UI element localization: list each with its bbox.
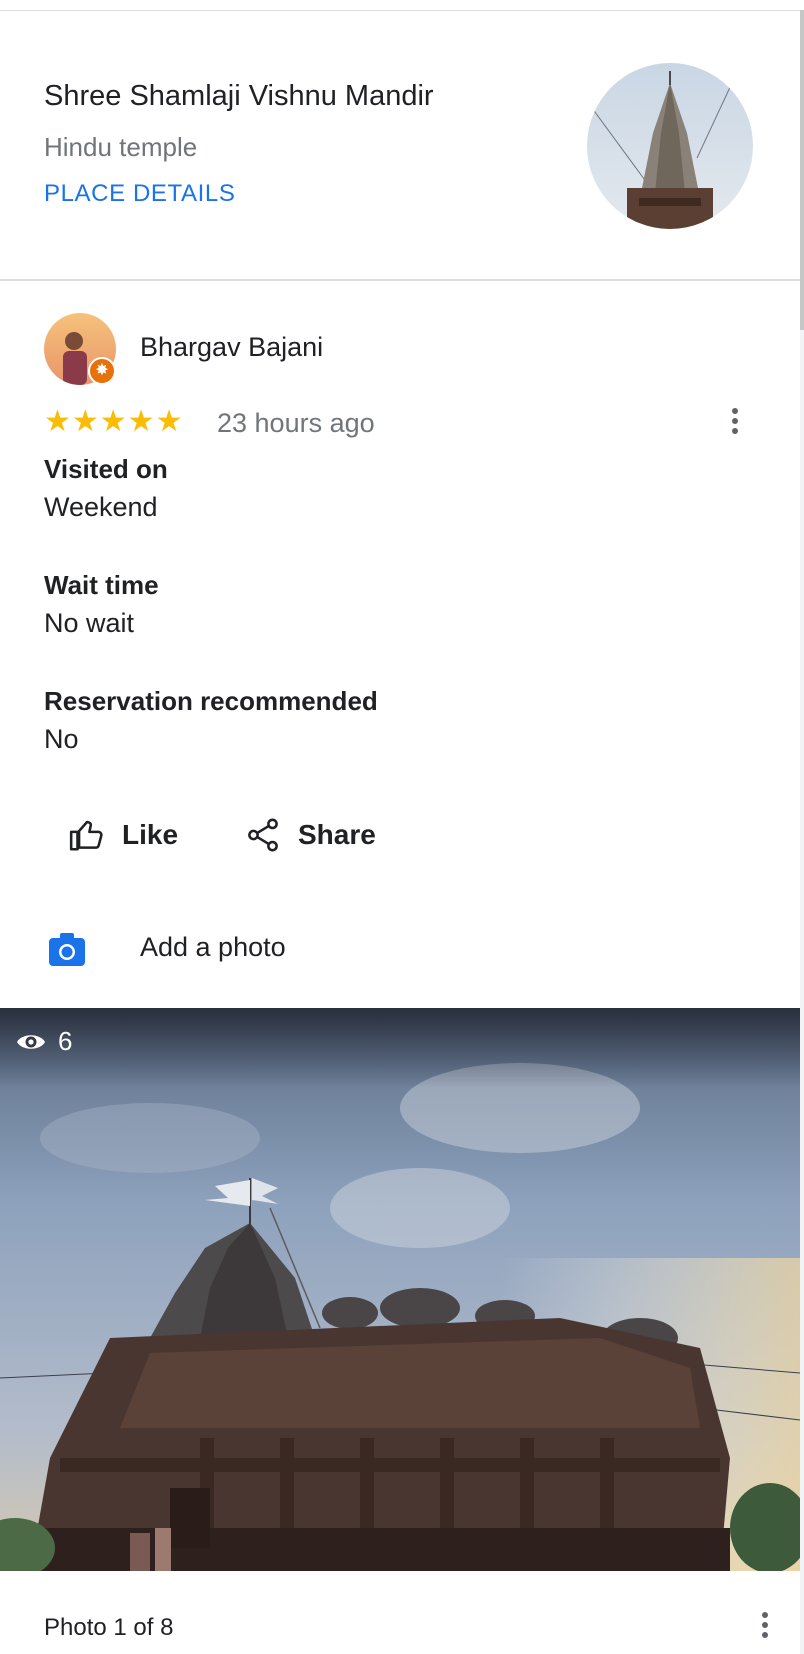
add-photo-label: Add a photo bbox=[140, 932, 286, 962]
place-name: Shree Shamlaji Vishnu Mandir bbox=[44, 80, 434, 112]
share-icon bbox=[244, 816, 282, 854]
reviewer-name[interactable]: Bhargav Bajani bbox=[140, 332, 323, 363]
attribute-label-visited: Visited on bbox=[44, 454, 168, 484]
eye-icon bbox=[16, 1031, 46, 1053]
place-details-link[interactable]: PLACE DETAILS bbox=[44, 180, 235, 208]
top-divider bbox=[0, 10, 800, 11]
scrollbar-thumb[interactable] bbox=[800, 10, 804, 330]
more-options-icon[interactable] bbox=[720, 404, 750, 440]
like-label: Like bbox=[122, 819, 179, 850]
view-count-value: 6 bbox=[58, 1026, 73, 1056]
place-category: Hindu temple bbox=[44, 132, 198, 162]
reviewer-avatar-container[interactable]: ✸ bbox=[44, 313, 116, 385]
attribute-label-reservation: Reservation recommended bbox=[44, 686, 378, 716]
attribute-value-visited: Weekend bbox=[44, 492, 158, 522]
review-time: 23 hours ago bbox=[217, 408, 375, 438]
attribute-value-reservation: No bbox=[44, 724, 79, 754]
share-label: Share bbox=[298, 819, 376, 850]
view-count: 6 bbox=[16, 1026, 72, 1057]
share-button[interactable]: Share bbox=[244, 812, 376, 858]
photo-counter: Photo 1 of 8 bbox=[44, 1614, 174, 1641]
camera-icon bbox=[48, 931, 86, 967]
section-divider bbox=[0, 279, 800, 281]
thumb-up-icon bbox=[68, 816, 106, 854]
photo-more-options-icon[interactable] bbox=[751, 1608, 779, 1644]
review-page: Shree Shamlaji Vishnu Mandir Hindu templ… bbox=[0, 0, 804, 1654]
attribute-value-wait: No wait bbox=[44, 608, 135, 638]
local-guide-badge: ✸ bbox=[88, 357, 116, 385]
star-rating: ★★★★★ bbox=[44, 405, 184, 438]
attribute-label-wait: Wait time bbox=[44, 570, 159, 600]
add-photo-button[interactable]: Add a photo bbox=[48, 928, 468, 974]
like-button[interactable]: Like bbox=[68, 812, 178, 858]
place-thumbnail[interactable] bbox=[587, 63, 753, 229]
review-photo[interactable] bbox=[0, 1008, 800, 1571]
